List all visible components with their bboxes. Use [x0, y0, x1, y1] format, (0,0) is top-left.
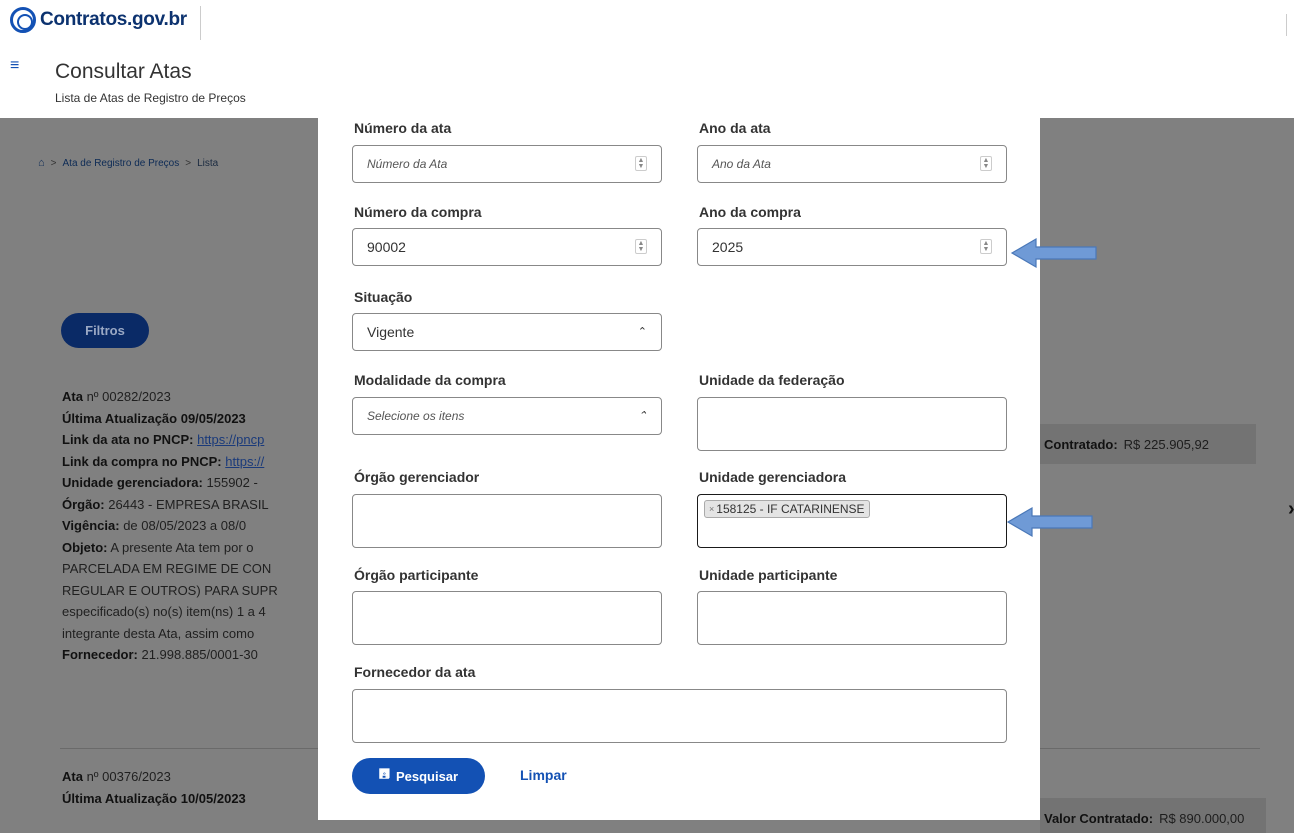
filters-button[interactable]: Filtros [61, 313, 149, 348]
chevron-up-icon: ⌃ [637, 326, 647, 338]
remove-tag-icon[interactable]: × [709, 504, 714, 514]
fornecedor-value: 21.998.885/0001-30 [141, 647, 258, 662]
tag-label: 158125 - IF CATARINENSE [716, 502, 865, 516]
situacao-value: Vigente [367, 324, 415, 340]
left-arrow-icon [1010, 237, 1097, 269]
save-icon: 🖪 [378, 766, 390, 781]
objeto-line: especificado(s) no(s) item(ns) 1 a 4 [62, 604, 266, 619]
situacao-label: Situação [354, 289, 413, 305]
chevron-up-icon: ⌃ [637, 410, 647, 422]
ano-ata-placeholder: Ano da Ata [712, 157, 771, 171]
top-header: Contratos.gov.br [0, 0, 1294, 44]
objeto-label: Objeto: [62, 539, 108, 555]
ata-label: Ata [62, 769, 83, 784]
modalidade-placeholder: Selecione os itens [367, 409, 465, 423]
home-icon[interactable]: ⌂ [38, 157, 45, 169]
objeto-line: A presente Ata tem por o [110, 539, 254, 555]
fornecedor-label: Fornecedor da ata [354, 664, 476, 680]
unidade-gerenciadora-label: Unidade gerenciadora [699, 469, 847, 485]
numero-compra-value: 90002 [367, 239, 406, 255]
spinner-icon[interactable]: ▲ ▼ [980, 239, 992, 254]
orgao-value: 26443 - EMPRESA BRASIL [108, 496, 269, 512]
valor-label: Contratado: [1044, 436, 1118, 452]
objeto-line: integrante desta Ata, assim como [62, 625, 255, 641]
objeto-line: REGULAR E OUTROS) PARA SUPR [62, 582, 278, 598]
ata-card: Ata nº 00376/2023 Última Atualização 10/… [62, 769, 332, 812]
orgao-label: Órgão: [62, 496, 105, 512]
last-update: Última Atualização 10/05/2023 [62, 790, 246, 806]
selected-tag: × 158125 - IF CATARINENSE [704, 500, 870, 518]
ano-compra-value: 2025 [712, 239, 744, 255]
spinner-icon[interactable]: ▲ ▼ [635, 239, 647, 254]
ano-compra-input[interactable]: 2025 ▲ ▼ [697, 228, 1007, 266]
modalidade-select[interactable]: Selecione os itens ⌃ [352, 397, 662, 435]
fornecedor-label: Fornecedor: [62, 647, 138, 662]
uf-multiselect[interactable] [697, 397, 1007, 451]
orgao-gerenciador-multiselect[interactable] [352, 494, 662, 548]
numero-ata-label: Número da ata [354, 120, 452, 136]
valor-contratado-box: Contratado: R$ 225.905,92 [1040, 424, 1256, 464]
orgao-gerenciador-label: Órgão gerenciador [354, 469, 480, 485]
valor-contratado-box: Valor Contratado: R$ 890.000,00 [1040, 798, 1266, 833]
breadcrumb-separator: > [185, 157, 192, 169]
header-right-divider [1286, 14, 1287, 36]
filters-modal: Número da ata Número da Ata ▲ ▼ Ano da at… [318, 118, 1040, 820]
clear-button[interactable]: Limpar [520, 767, 567, 783]
link-ata[interactable]: https://pncp [197, 432, 264, 447]
unidade-participante-multiselect[interactable] [697, 591, 1007, 645]
ata-card: Ata nº 00282/2023 Última Atualização 09/… [62, 389, 332, 669]
link-compra-label: Link da compra no PNCP: [62, 453, 222, 469]
unidade-participante-label: Unidade participante [699, 567, 838, 583]
orgao-participante-label: Órgão participante [354, 567, 479, 583]
vigencia-value: de 08/05/2023 a 08/0 [123, 518, 247, 533]
spinner-icon[interactable]: ▲ ▼ [635, 156, 647, 171]
ata-number: nº 00282/2023 [86, 389, 171, 404]
ano-ata-input[interactable]: Ano da Ata ▲ ▼ [697, 145, 1007, 183]
breadcrumb-separator: > [50, 157, 57, 169]
unidade-label: Unidade gerenciadora: [62, 475, 203, 490]
vigencia-label: Vigência: [62, 518, 120, 533]
breadcrumb: ⌂ > Ata de Registro de Preços > Lista [38, 157, 218, 169]
fornecedor-multiselect[interactable] [352, 689, 1007, 743]
unidade-value: 155902 - [206, 475, 258, 490]
orgao-participante-multiselect[interactable] [352, 591, 662, 645]
hamburger-menu-icon[interactable]: ≡ [10, 57, 19, 75]
link-ata-label: Link da ata no PNCP: [62, 432, 194, 447]
ano-ata-label: Ano da ata [699, 120, 771, 136]
spinner-icon[interactable]: ▲ ▼ [980, 156, 992, 171]
gov-logo-icon [10, 7, 36, 33]
unidade-gerenciadora-multiselect[interactable]: × 158125 - IF CATARINENSE [697, 494, 1007, 548]
numero-ata-placeholder: Número da Ata [367, 157, 448, 171]
last-update: Última Atualização 09/05/2023 [62, 410, 246, 426]
ano-compra-label: Ano da compra [699, 204, 801, 220]
ata-number: nº 00376/2023 [86, 769, 171, 784]
left-arrow-icon [1006, 506, 1093, 538]
valor-value: R$ 890.000,00 [1159, 810, 1245, 826]
situacao-select[interactable]: Vigente ⌃ [352, 313, 662, 351]
search-button[interactable]: 🖪 Pesquisar [352, 758, 485, 794]
objeto-line: PARCELADA EM REGIME DE CON [62, 561, 272, 576]
logo[interactable]: Contratos.gov.br [10, 7, 187, 33]
ata-label: Ata [62, 389, 83, 404]
chevron-right-icon[interactable]: › [1288, 498, 1294, 521]
valor-value: R$ 225.905,92 [1123, 436, 1209, 452]
valor-label: Valor Contratado: [1044, 810, 1154, 826]
modalidade-label: Modalidade da compra [354, 372, 506, 388]
page-subtitle: Lista de Atas de Registro de Preços [55, 91, 246, 105]
numero-compra-label: Número da compra [354, 204, 482, 220]
logo-text: Contratos.gov.br [40, 9, 187, 30]
numero-ata-input[interactable]: Número da Ata ▲ ▼ [352, 145, 662, 183]
breadcrumb-item-ata[interactable]: Ata de Registro de Preços [63, 158, 180, 169]
header-divider [200, 6, 201, 40]
search-button-label: Pesquisar [395, 768, 459, 784]
link-compra[interactable]: https:// [225, 454, 264, 469]
page-title: Consultar Atas [55, 60, 192, 83]
uf-label: Unidade da federação [699, 372, 845, 388]
breadcrumb-item-lista: Lista [197, 157, 219, 169]
numero-compra-input[interactable]: 90002 ▲ ▼ [352, 228, 662, 266]
